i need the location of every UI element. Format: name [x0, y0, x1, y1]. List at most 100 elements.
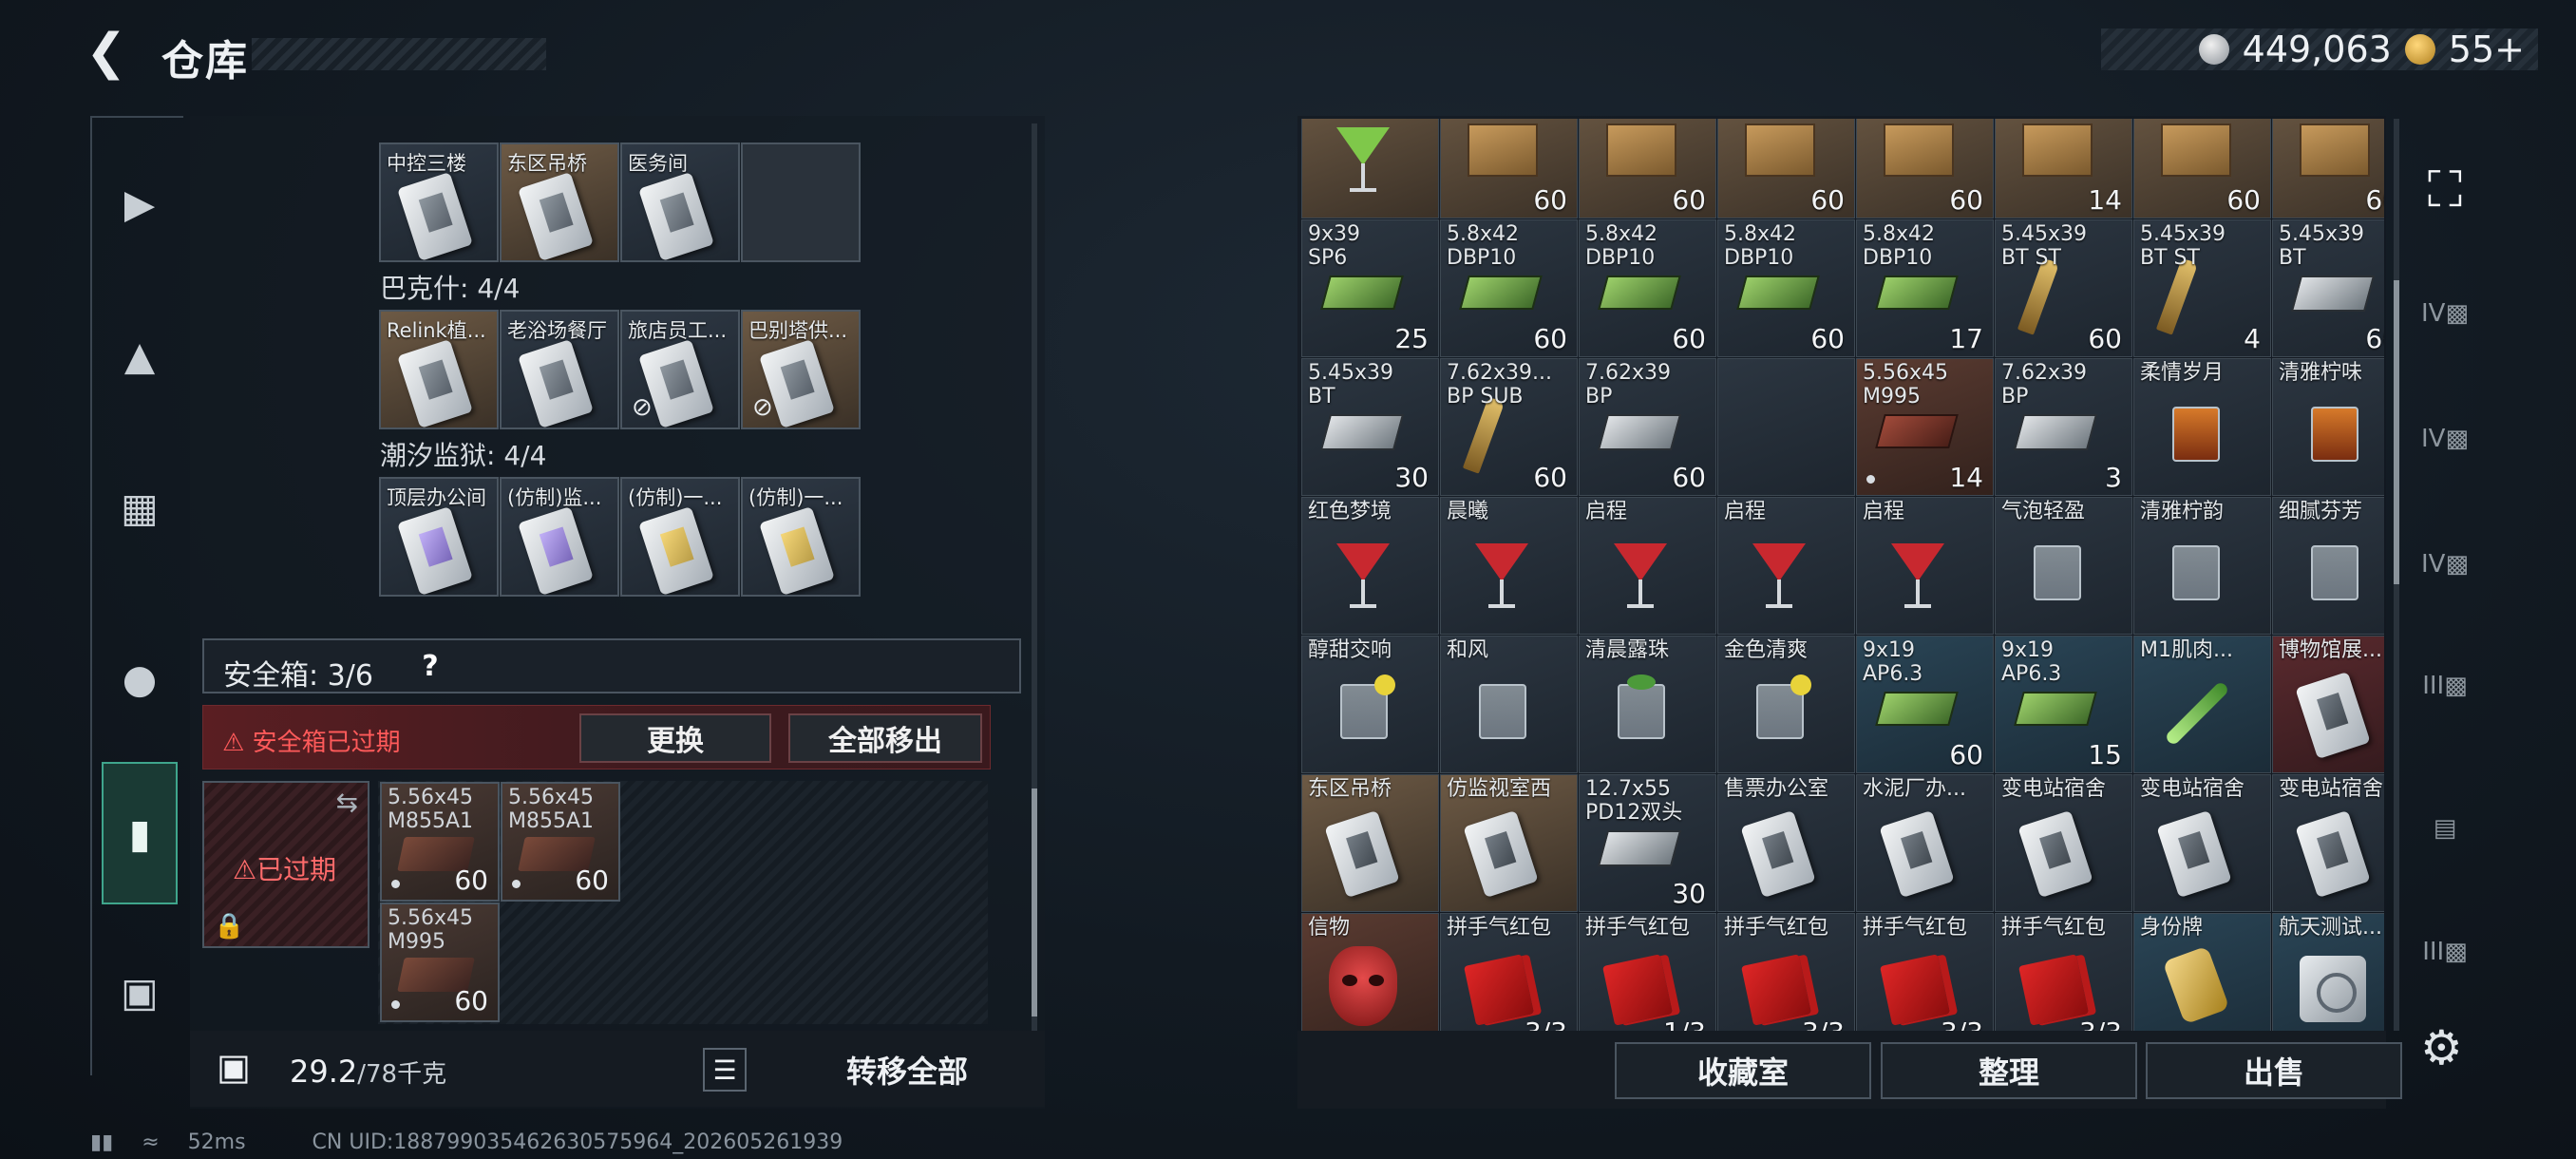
- swap-icon[interactable]: ⇆: [336, 787, 358, 818]
- storage-item[interactable]: 醇甜交响: [1301, 636, 1439, 773]
- keycard-slot[interactable]: 中控三楼: [379, 142, 499, 262]
- storage-item[interactable]: 5.45x39 BT ST 60: [1995, 219, 2132, 357]
- storage-item[interactable]: 航天测试...: [2272, 913, 2384, 1031]
- storage-item[interactable]: 身份牌: [2133, 913, 2271, 1031]
- storage-item[interactable]: 5.45x39 BT ST 4: [2133, 219, 2271, 357]
- storage-item[interactable]: 启程: [1579, 497, 1716, 635]
- keycard-slot[interactable]: (仿制)一...: [741, 477, 861, 597]
- storage-item[interactable]: 5.45x39 BT 30: [1301, 358, 1439, 496]
- storage-scrollbar[interactable]: [2394, 119, 2399, 1031]
- list-view-icon[interactable]: ☰: [703, 1048, 747, 1092]
- storage-item[interactable]: 晨曦: [1440, 497, 1578, 635]
- keycard-slot[interactable]: 顶层办公间: [379, 477, 499, 597]
- storage-item[interactable]: 9x19 AP6.3 15: [1995, 636, 2132, 773]
- organize-button[interactable]: 整理: [1881, 1042, 2137, 1099]
- storage-item[interactable]: 仿监视室西: [1440, 774, 1578, 912]
- storage-item[interactable]: 5.8x42 DBP10 60: [1579, 219, 1716, 357]
- gear-icon[interactable]: ⚙: [2420, 1020, 2463, 1075]
- safe-box-slot[interactable]: ⇆ ⚠已过期 🔒: [202, 781, 369, 948]
- storage-item[interactable]: 9x19 AP6.3 60: [1856, 636, 1994, 773]
- storage-item[interactable]: 启程: [1717, 497, 1855, 635]
- keycard-slot[interactable]: (仿制)一...: [620, 477, 740, 597]
- safe-box-icon[interactable]: ▮: [102, 762, 178, 904]
- storage-item[interactable]: 气泡轻盈: [1995, 497, 2132, 635]
- storage-item[interactable]: 博物馆展...: [2272, 636, 2384, 773]
- backpack-icon[interactable]: ●: [102, 640, 178, 716]
- storage-item[interactable]: 5.8x42 DBP10 60: [1717, 219, 1855, 357]
- storage-item[interactable]: M8060: [1579, 119, 1716, 218]
- storage-tab-4-icon[interactable]: IV ▩: [2409, 276, 2481, 352]
- storage-item[interactable]: [1301, 119, 1439, 218]
- keycard-slot[interactable]: Relink植...: [379, 310, 499, 429]
- storage-item[interactable]: 拼手气红包 3/3: [1717, 913, 1855, 1031]
- storage-item[interactable]: 7.62x39... BP SUB 60: [1440, 358, 1578, 496]
- left-scrollbar[interactable]: [1032, 124, 1037, 1036]
- bag-icon[interactable]: ▦: [102, 469, 178, 545]
- transfer-all-button[interactable]: 转移全部: [779, 1042, 1035, 1097]
- storage-item[interactable]: 变电站宿舍: [1995, 774, 2132, 912]
- storage-tab-3-icon[interactable]: III ▩: [2409, 648, 2481, 724]
- storage-item[interactable]: 启程: [1856, 497, 1994, 635]
- storage-item[interactable]: 和风: [1440, 636, 1578, 773]
- storage-item[interactable]: 信物: [1301, 913, 1439, 1031]
- storage-folder-icon[interactable]: ▤: [2409, 790, 2481, 866]
- keycard-slot[interactable]: (仿制)监...: [500, 477, 619, 597]
- storage-item[interactable]: 拼手气红包 3/3: [1440, 913, 1578, 1031]
- storage-item[interactable]: SP560: [2272, 119, 2384, 218]
- storage-item[interactable]: 东区吊桥: [1301, 774, 1439, 912]
- storage-item[interactable]: 5.8x42 DBP10 17: [1856, 219, 1994, 357]
- storage-item[interactable]: FMJ60: [2133, 119, 2271, 218]
- keycard-slot[interactable]: 东区吊桥: [500, 142, 619, 262]
- storage-item[interactable]: 清晨露珠: [1579, 636, 1716, 773]
- storage-item[interactable]: 5.45x39 BT 60: [2272, 219, 2384, 357]
- storage-item[interactable]: 5.56x45 M995 14: [1856, 358, 1994, 496]
- storage-item[interactable]: 7.62x39 BP 60: [1579, 358, 1716, 496]
- storage-scrollbar-thumb[interactable]: [2394, 280, 2399, 584]
- storage-item[interactable]: 红色梦境: [1301, 497, 1439, 635]
- storage-item[interactable]: 变电站宿舍: [2272, 774, 2384, 912]
- safe-ammo-item[interactable]: 5.56x45 M855A1 60: [501, 782, 620, 902]
- storage-tab-4-icon[interactable]: IV ▩: [2409, 401, 2481, 477]
- weapon-icon[interactable]: ▶: [102, 165, 178, 241]
- storage-item[interactable]: 拼手气红包 3/3: [1995, 913, 2132, 1031]
- keycard-slot[interactable]: 巴别塔供... ⊘: [741, 310, 861, 429]
- storage-item[interactable]: 柔情岁月: [2133, 358, 2271, 496]
- storage-item[interactable]: 7.62x39 BP 3: [1995, 358, 2132, 496]
- storage-item[interactable]: M8014: [1995, 119, 2132, 218]
- storage-item[interactable]: M8060: [1440, 119, 1578, 218]
- storage-item[interactable]: 变电站宿舍: [2133, 774, 2271, 912]
- storage-item[interactable]: 金色清爽: [1717, 636, 1855, 773]
- storage-item[interactable]: 清雅柠味: [2272, 358, 2384, 496]
- storage-tab-3-icon[interactable]: III ▩: [2409, 914, 2481, 990]
- storage-item[interactable]: 12.7x55 PD12双头 30: [1579, 774, 1716, 912]
- collection-room-button[interactable]: 收藏室: [1615, 1042, 1871, 1099]
- storage-item[interactable]: 售票办公室: [1717, 774, 1855, 912]
- empty-storage-slot[interactable]: [1717, 358, 1855, 496]
- left-scrollbar-thumb[interactable]: [1032, 788, 1037, 1016]
- storage-item[interactable]: M8060: [1717, 119, 1855, 218]
- storage-item[interactable]: 水泥厂办...: [1856, 774, 1994, 912]
- keycard-slot[interactable]: 医务间: [620, 142, 740, 262]
- replace-button[interactable]: 更换: [579, 713, 771, 763]
- empty-keycard-slot[interactable]: [741, 142, 861, 262]
- storage-item[interactable]: M8060: [1856, 119, 1994, 218]
- help-icon[interactable]: ?: [413, 650, 447, 684]
- storage-item[interactable]: M1肌肉...: [2133, 636, 2271, 773]
- sell-button[interactable]: 出售: [2146, 1042, 2402, 1099]
- keycard-slot[interactable]: 旅店员工... ⊘: [620, 310, 740, 429]
- storage-item[interactable]: 9x39 SP6 25: [1301, 219, 1439, 357]
- storage-item[interactable]: 清雅柠韵: [2133, 497, 2271, 635]
- storage-item[interactable]: 拼手气红包 3/3: [1856, 913, 1994, 1031]
- move-all-out-button[interactable]: 全部移出: [788, 713, 982, 763]
- keycard-slot[interactable]: 老浴场餐厅: [500, 310, 619, 429]
- back-arrow-icon[interactable]: ❮: [85, 28, 133, 77]
- storage-tab-4-icon[interactable]: IV ▩: [2409, 526, 2481, 602]
- storage-item[interactable]: 5.8x42 DBP10 60: [1440, 219, 1578, 357]
- armor-icon[interactable]: ▲: [102, 317, 178, 393]
- storage-item[interactable]: 细腻芬芳: [2272, 497, 2384, 635]
- safe-ammo-item[interactable]: 5.56x45 M995 60: [380, 902, 500, 1022]
- toolbox-icon[interactable]: ▣: [102, 954, 178, 1030]
- warehouse-tab-icon[interactable]: ⛶: [2409, 152, 2481, 228]
- storage-item[interactable]: 拼手气红包 1/3: [1579, 913, 1716, 1031]
- safe-ammo-item[interactable]: 5.56x45 M855A1 60: [380, 782, 500, 902]
